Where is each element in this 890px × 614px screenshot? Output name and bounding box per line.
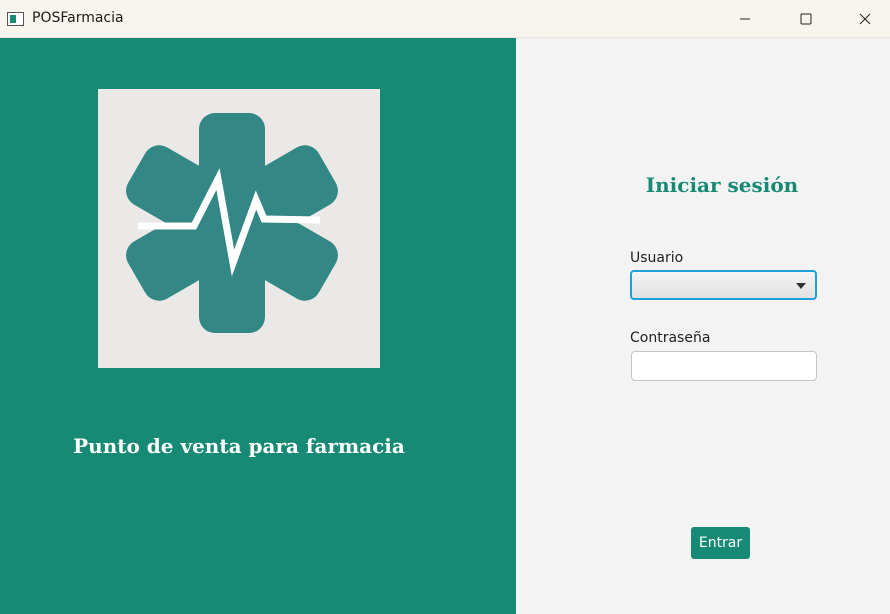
enter-button[interactable]: Entrar (691, 527, 750, 559)
window-title: POSFarmacia (32, 10, 124, 26)
user-label: Usuario (630, 250, 684, 266)
title-bar: POSFarmacia (0, 0, 890, 38)
close-icon (859, 13, 871, 25)
minimize-icon (740, 18, 750, 20)
logo (98, 89, 380, 368)
tagline: Punto de venta para farmacia (73, 434, 405, 458)
maximize-icon (800, 13, 812, 25)
login-panel: Iniciar sesión Usuario Contraseña Entrar (516, 38, 890, 614)
app-icon (7, 12, 24, 26)
close-button[interactable] (842, 0, 888, 38)
branding-panel: Punto de venta para farmacia (0, 38, 516, 614)
login-title: Iniciar sesión (645, 173, 799, 197)
minimize-button[interactable] (722, 0, 768, 38)
password-label: Contraseña (630, 330, 711, 346)
chevron-down-icon[interactable] (796, 283, 806, 289)
medical-star-heartbeat-icon (126, 113, 338, 333)
maximize-button[interactable] (783, 0, 829, 38)
password-field[interactable] (631, 351, 817, 381)
user-combobox[interactable] (630, 270, 817, 300)
